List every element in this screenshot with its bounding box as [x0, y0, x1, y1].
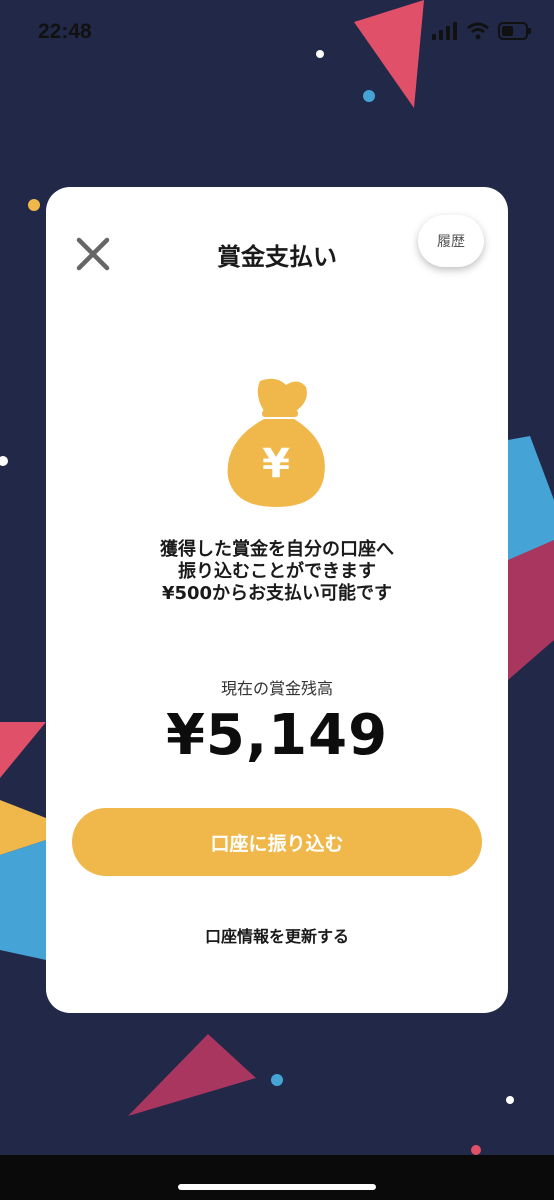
- signal-icon: [432, 22, 457, 40]
- balance-label: 現在の賞金残高: [220, 679, 333, 698]
- description-line: 獲得した賞金を自分の口座へ: [160, 539, 394, 560]
- money-bag-icon: ¥: [227, 378, 325, 507]
- bag-yen-symbol: ¥: [262, 441, 290, 487]
- description: 獲得した賞金を自分の口座へ 振り込むことができます ¥500からお支払い可能です: [46, 539, 508, 605]
- home-indicator[interactable]: [178, 1184, 376, 1190]
- wifi-icon: [467, 22, 489, 40]
- update-account-link[interactable]: 口座情報を更新する: [46, 923, 508, 947]
- description-line: ¥500からお支払い可能です: [161, 583, 393, 604]
- status-icons: [432, 22, 532, 40]
- status-bar: 22:48: [0, 0, 554, 64]
- status-time: 22:48: [38, 20, 92, 43]
- battery-icon: [498, 22, 531, 40]
- transfer-button[interactable]: 口座に振り込む: [72, 808, 482, 876]
- description-line: 振り込むことができます: [178, 561, 376, 582]
- bottom-bar: [0, 1155, 554, 1200]
- payout-card: 賞金支払い 履歴 ¥ 獲得した賞金を自分の口座へ 振り込むことができます ¥50…: [46, 187, 508, 1013]
- balance-value: ¥5,149: [165, 703, 389, 768]
- history-button[interactable]: 履歴: [418, 215, 484, 267]
